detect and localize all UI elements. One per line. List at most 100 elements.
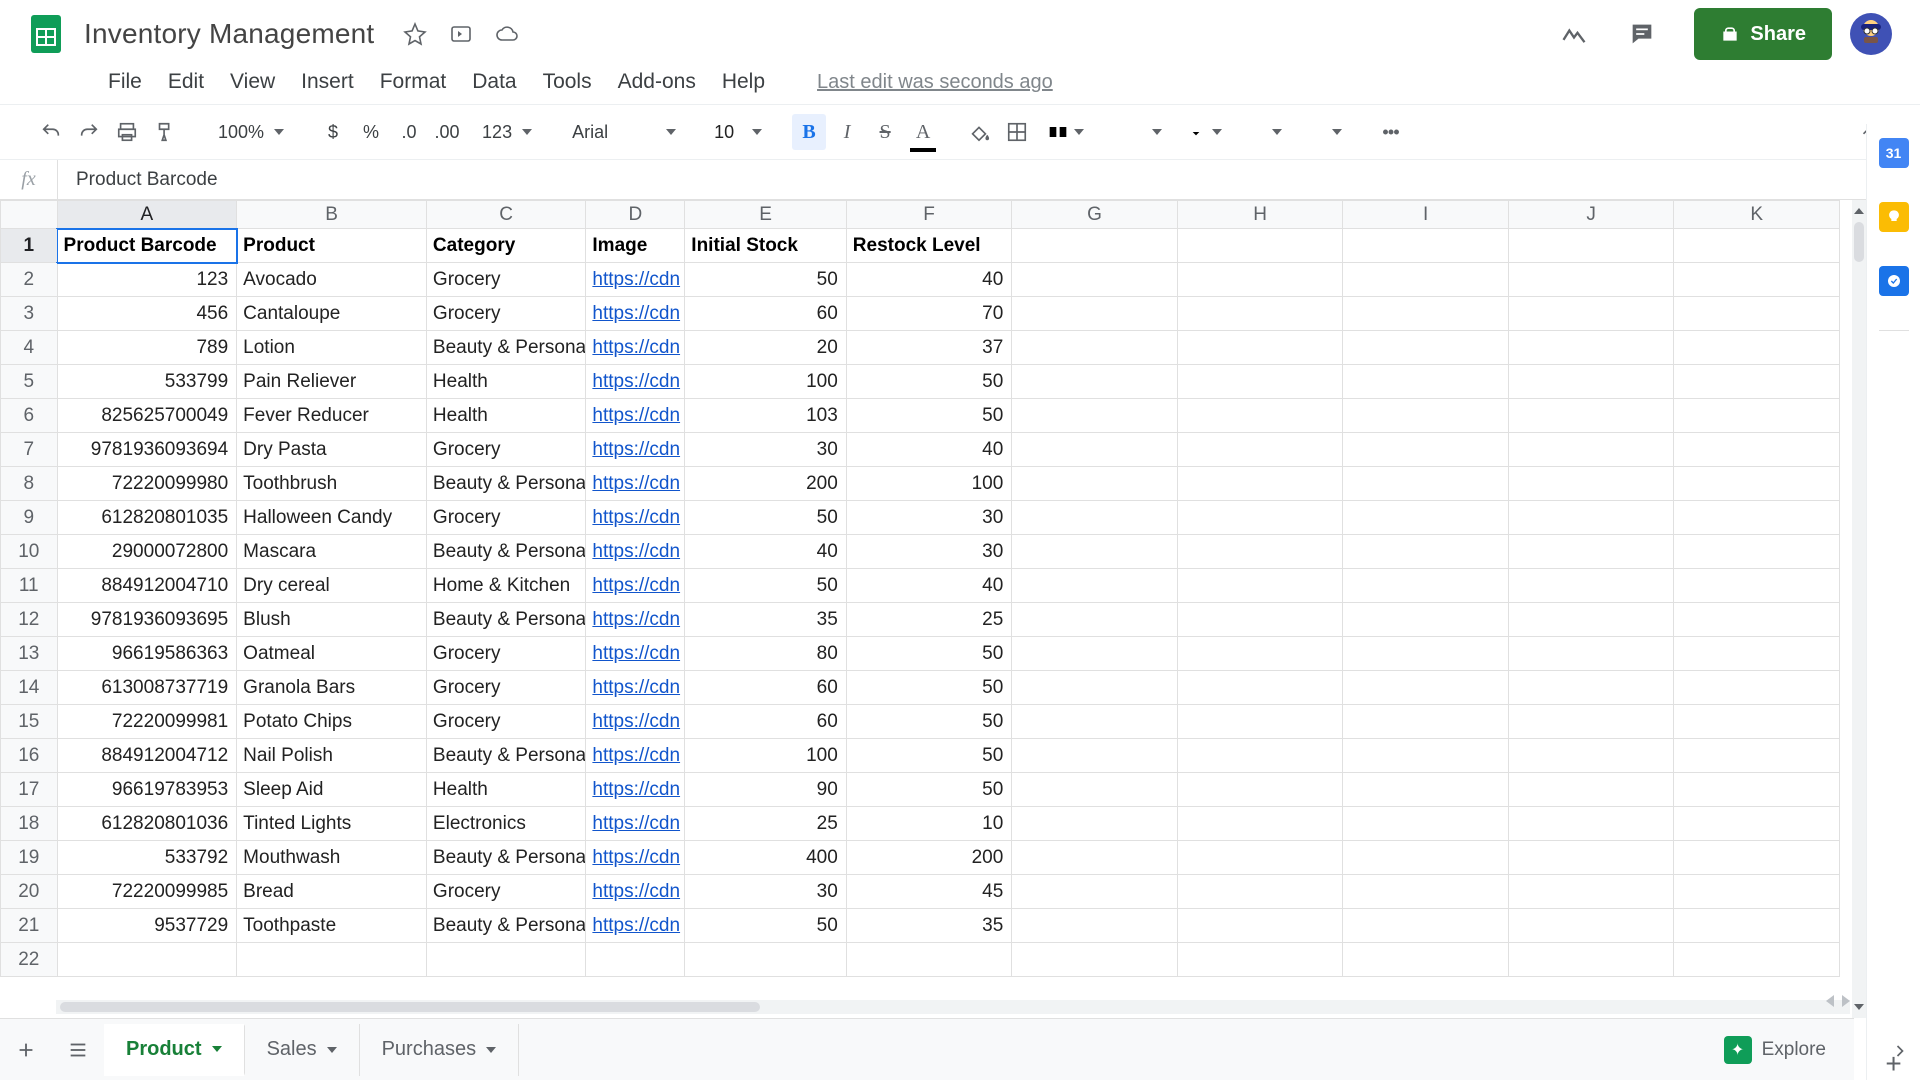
- comments-icon[interactable]: [1626, 18, 1658, 50]
- select-all-cell[interactable]: [1, 201, 58, 229]
- cell-F22[interactable]: [846, 943, 1012, 977]
- cell-J14[interactable]: [1508, 671, 1674, 705]
- cell-B2[interactable]: Avocado: [237, 263, 427, 297]
- image-link[interactable]: https://cdn: [592, 303, 680, 324]
- cell-H6[interactable]: [1177, 399, 1343, 433]
- column-header-G[interactable]: G: [1012, 201, 1178, 229]
- cell-I9[interactable]: [1343, 501, 1509, 535]
- cell-E6[interactable]: 103: [685, 399, 846, 433]
- cell-I21[interactable]: [1343, 909, 1509, 943]
- cell-F15[interactable]: 50: [846, 705, 1012, 739]
- column-header-C[interactable]: C: [426, 201, 585, 229]
- cell-E13[interactable]: 80: [685, 637, 846, 671]
- cell-E3[interactable]: 60: [685, 297, 846, 331]
- cell-C22[interactable]: [426, 943, 585, 977]
- cell-H14[interactable]: [1177, 671, 1343, 705]
- cell-F6[interactable]: 50: [846, 399, 1012, 433]
- cell-D1[interactable]: Image: [586, 229, 685, 263]
- document-title[interactable]: Inventory Management: [84, 18, 374, 50]
- number-format-select[interactable]: 123: [468, 122, 542, 143]
- cell-B4[interactable]: Lotion: [237, 331, 427, 365]
- cell-E7[interactable]: 30: [685, 433, 846, 467]
- cell-E22[interactable]: [685, 943, 846, 977]
- zoom-select[interactable]: 100%: [204, 122, 294, 143]
- cell-C14[interactable]: Grocery: [426, 671, 585, 705]
- image-link[interactable]: https://cdn: [592, 507, 680, 528]
- move-icon[interactable]: [448, 21, 474, 47]
- cell-K14[interactable]: [1674, 671, 1840, 705]
- image-link[interactable]: https://cdn: [592, 813, 680, 834]
- vertical-scrollbar[interactable]: [1852, 200, 1866, 1018]
- image-link[interactable]: https://cdn: [592, 405, 680, 426]
- cell-B9[interactable]: Halloween Candy: [237, 501, 427, 535]
- cell-I20[interactable]: [1343, 875, 1509, 909]
- cell-C13[interactable]: Grocery: [426, 637, 585, 671]
- cell-B6[interactable]: Fever Reducer: [237, 399, 427, 433]
- keep-addon-icon[interactable]: [1879, 202, 1909, 232]
- cell-J17[interactable]: [1508, 773, 1674, 807]
- cell-J21[interactable]: [1508, 909, 1674, 943]
- cell-I1[interactable]: [1343, 229, 1509, 263]
- cell-A20[interactable]: 72220099985: [57, 875, 237, 909]
- cell-E21[interactable]: 50: [685, 909, 846, 943]
- cell-J1[interactable]: [1508, 229, 1674, 263]
- menu-edit[interactable]: Edit: [168, 70, 204, 94]
- cell-E15[interactable]: 60: [685, 705, 846, 739]
- text-rotation-button[interactable]: [1296, 122, 1352, 142]
- image-link[interactable]: https://cdn: [592, 643, 680, 664]
- cell-H1[interactable]: [1177, 229, 1343, 263]
- cell-D2[interactable]: https://cdn: [586, 263, 685, 297]
- cell-B1[interactable]: Product: [237, 229, 427, 263]
- cell-A19[interactable]: 533792: [57, 841, 237, 875]
- cell-G15[interactable]: [1012, 705, 1178, 739]
- cell-H15[interactable]: [1177, 705, 1343, 739]
- row-header-13[interactable]: 13: [1, 637, 58, 671]
- cell-D9[interactable]: https://cdn: [586, 501, 685, 535]
- cell-B7[interactable]: Dry Pasta: [237, 433, 427, 467]
- cell-K9[interactable]: [1674, 501, 1840, 535]
- cell-B8[interactable]: Toothbrush: [237, 467, 427, 501]
- scroll-up-arrow[interactable]: [1854, 204, 1864, 218]
- row-header-5[interactable]: 5: [1, 365, 58, 399]
- cell-A17[interactable]: 96619783953: [57, 773, 237, 807]
- cell-J4[interactable]: [1508, 331, 1674, 365]
- cell-H4[interactable]: [1177, 331, 1343, 365]
- cell-H20[interactable]: [1177, 875, 1343, 909]
- format-currency-button[interactable]: $: [316, 114, 350, 150]
- image-link[interactable]: https://cdn: [592, 609, 680, 630]
- cell-H3[interactable]: [1177, 297, 1343, 331]
- cell-I13[interactable]: [1343, 637, 1509, 671]
- cell-I15[interactable]: [1343, 705, 1509, 739]
- column-header-D[interactable]: D: [586, 201, 685, 229]
- cell-I22[interactable]: [1343, 943, 1509, 977]
- cell-H13[interactable]: [1177, 637, 1343, 671]
- account-avatar[interactable]: [1850, 13, 1892, 55]
- cell-C19[interactable]: Beauty & Personal: [426, 841, 585, 875]
- cell-C12[interactable]: Beauty & Personal: [426, 603, 585, 637]
- cell-J22[interactable]: [1508, 943, 1674, 977]
- cell-A8[interactable]: 72220099980: [57, 467, 237, 501]
- cell-A13[interactable]: 96619586363: [57, 637, 237, 671]
- cell-J11[interactable]: [1508, 569, 1674, 603]
- cell-H5[interactable]: [1177, 365, 1343, 399]
- image-link[interactable]: https://cdn: [592, 439, 680, 460]
- menu-insert[interactable]: Insert: [301, 70, 354, 94]
- cell-D19[interactable]: https://cdn: [586, 841, 685, 875]
- cell-C4[interactable]: Beauty & Personal: [426, 331, 585, 365]
- tab-product[interactable]: Product: [104, 1024, 245, 1076]
- cell-G19[interactable]: [1012, 841, 1178, 875]
- image-link[interactable]: https://cdn: [592, 915, 680, 936]
- image-link[interactable]: https://cdn: [592, 371, 680, 392]
- cell-K19[interactable]: [1674, 841, 1840, 875]
- cell-G13[interactable]: [1012, 637, 1178, 671]
- cell-G22[interactable]: [1012, 943, 1178, 977]
- image-link[interactable]: https://cdn: [592, 745, 680, 766]
- cell-C5[interactable]: Health: [426, 365, 585, 399]
- cell-D14[interactable]: https://cdn: [586, 671, 685, 705]
- cell-H9[interactable]: [1177, 501, 1343, 535]
- paint-format-button[interactable]: [148, 114, 182, 150]
- cell-H7[interactable]: [1177, 433, 1343, 467]
- cell-A21[interactable]: 9537729: [57, 909, 237, 943]
- cell-K15[interactable]: [1674, 705, 1840, 739]
- menu-tools[interactable]: Tools: [543, 70, 592, 94]
